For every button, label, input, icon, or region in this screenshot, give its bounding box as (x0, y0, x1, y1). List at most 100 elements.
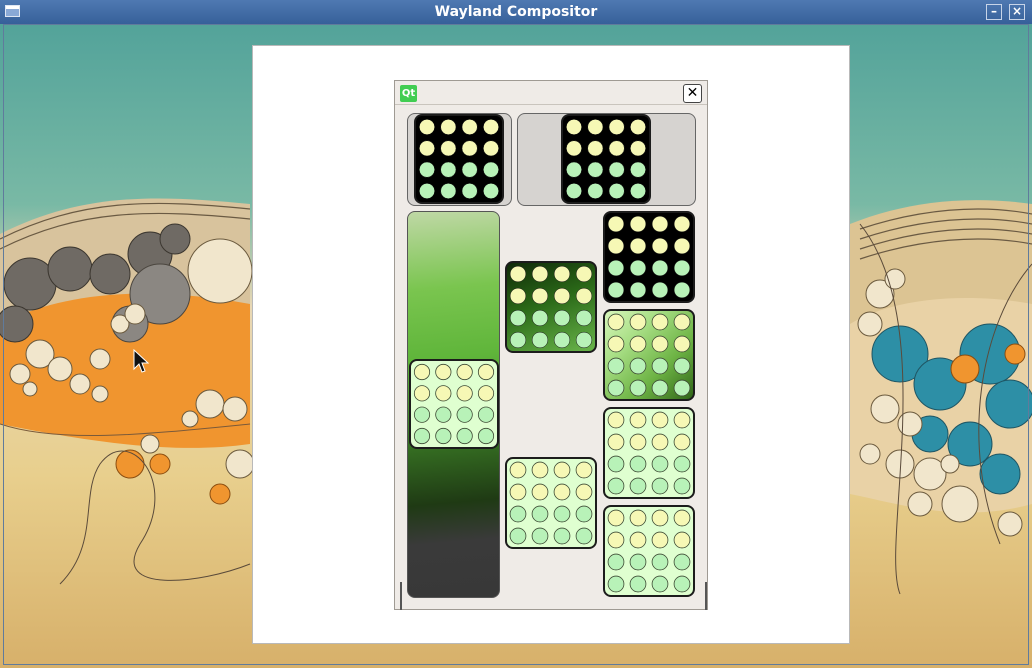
dot (673, 215, 691, 233)
dot (651, 335, 669, 353)
dot (483, 119, 499, 135)
dot (531, 287, 549, 305)
dot (673, 531, 691, 549)
dot (673, 313, 691, 331)
dot (483, 183, 499, 199)
minimize-button[interactable]: – (986, 4, 1002, 20)
dot (673, 455, 691, 473)
dot (531, 527, 549, 545)
dot (553, 505, 571, 523)
dot-grid-tile[interactable] (603, 407, 695, 499)
dot (413, 385, 431, 402)
dot (608, 161, 625, 178)
dot (607, 575, 625, 593)
dot (607, 531, 625, 549)
dot (629, 433, 647, 451)
dot (673, 553, 691, 571)
dot-grid-tile[interactable] (414, 114, 504, 204)
dot (440, 140, 457, 157)
dot-grid-tile[interactable] (603, 309, 695, 401)
dot (509, 309, 527, 327)
dot (629, 259, 647, 277)
minimize-icon: – (991, 4, 997, 18)
dot-grid-icon (607, 509, 691, 593)
dot (607, 509, 625, 527)
dot (607, 335, 625, 353)
dot-grid-tile[interactable] (505, 457, 597, 549)
dot (651, 575, 669, 593)
dot-grid-tile[interactable] (409, 359, 499, 449)
dot (456, 385, 473, 402)
dot (419, 161, 435, 178)
dot-grid-icon (607, 215, 691, 299)
qt-close-button[interactable]: ✕ (683, 84, 702, 103)
dot (607, 215, 625, 233)
dot-grid-tile[interactable] (603, 211, 695, 303)
dot (629, 477, 647, 495)
dot (531, 483, 549, 501)
dot-grid-icon (419, 119, 499, 199)
dot (651, 237, 669, 255)
dot (531, 309, 549, 327)
dot (651, 357, 669, 375)
dot (629, 553, 647, 571)
dot (673, 259, 691, 277)
dot (483, 161, 499, 178)
dot (629, 455, 647, 473)
dot (629, 237, 647, 255)
dot (553, 483, 571, 501)
dot (440, 161, 457, 178)
dot (575, 265, 593, 283)
dot (477, 406, 495, 423)
dot (461, 183, 478, 199)
dot (651, 313, 669, 331)
dot (651, 411, 669, 429)
dot (575, 461, 593, 479)
dot (553, 265, 571, 283)
dot (673, 379, 691, 397)
dot (607, 313, 625, 331)
dot (587, 119, 604, 135)
dot (651, 281, 669, 299)
dot (630, 140, 646, 157)
dot-grid-tile[interactable] (561, 114, 651, 204)
dot (651, 215, 669, 233)
dot (483, 140, 499, 157)
dot (608, 140, 625, 157)
dot (477, 427, 495, 445)
dot (651, 259, 669, 277)
dot (531, 265, 549, 283)
dot (629, 509, 647, 527)
dot-grid-tile[interactable] (505, 261, 597, 353)
dot (575, 287, 593, 305)
dot (435, 427, 452, 445)
dot (566, 183, 582, 199)
dot (509, 265, 527, 283)
dot (629, 379, 647, 397)
dot (607, 357, 625, 375)
dot (673, 335, 691, 353)
dot (575, 483, 593, 501)
close-button[interactable]: × (1009, 4, 1025, 20)
dot (629, 531, 647, 549)
dot (673, 237, 691, 255)
dot-grid-tile[interactable] (603, 505, 695, 597)
window-titlebar[interactable]: Wayland Compositor – × (0, 0, 1032, 25)
dot (587, 183, 604, 199)
dot (651, 553, 669, 571)
dot (461, 161, 478, 178)
dot (531, 505, 549, 523)
dot (673, 575, 691, 593)
dot (651, 433, 669, 451)
dot (413, 406, 431, 423)
qt-window-header[interactable]: Qt ✕ (395, 81, 707, 105)
dot (651, 509, 669, 527)
dot (509, 287, 527, 305)
dot (553, 331, 571, 349)
dot (651, 379, 669, 397)
dot (651, 477, 669, 495)
dot (566, 161, 582, 178)
dot (509, 483, 527, 501)
dot (607, 237, 625, 255)
dot (651, 455, 669, 473)
